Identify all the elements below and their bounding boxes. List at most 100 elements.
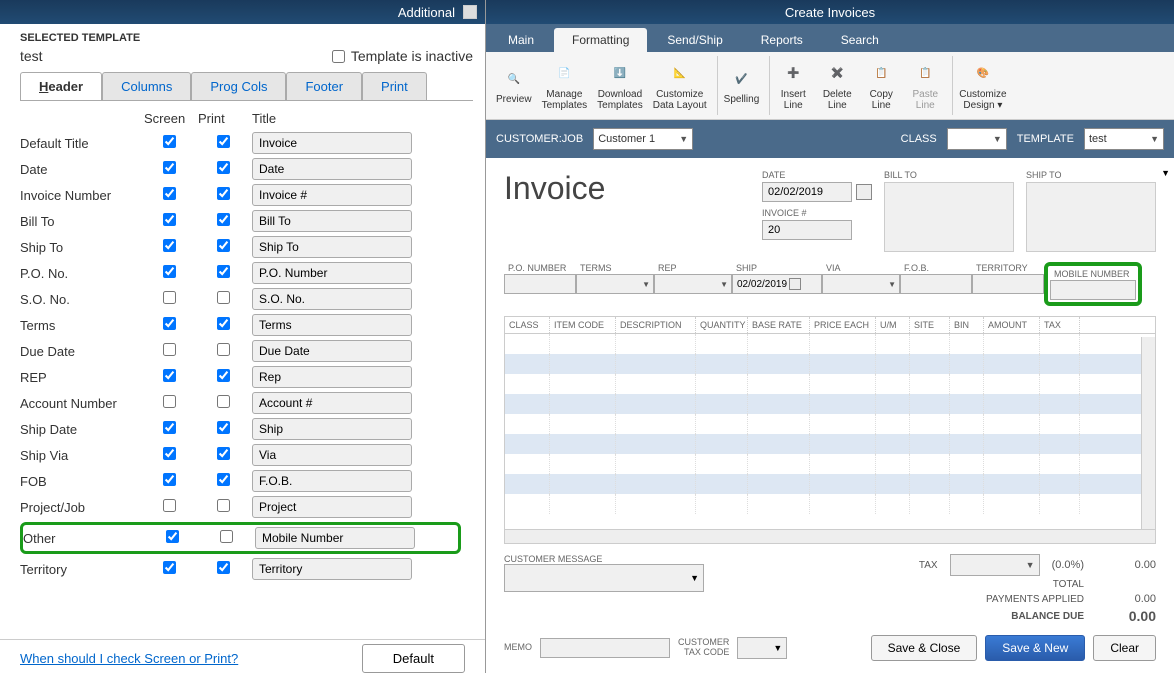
via-select[interactable]: ▼ [822,274,900,294]
customer-job-select[interactable]: Customer 1▼ [593,128,693,150]
tax-select[interactable]: ▼ [950,554,1040,576]
save-new-button[interactable]: Save & New [985,635,1085,661]
screen-checkbox[interactable] [163,561,176,574]
title-input[interactable] [252,262,412,284]
title-input[interactable] [252,158,412,180]
column-header[interactable]: AMOUNT [984,317,1040,333]
customer-message-select[interactable]: ▼ [504,564,704,592]
title-input[interactable] [252,558,412,580]
title-input[interactable] [252,444,412,466]
preview-button[interactable]: 🔍Preview [492,64,536,107]
template-select[interactable]: test▼ [1084,128,1164,150]
screen-checkbox[interactable] [163,369,176,382]
fob-input[interactable] [900,274,972,294]
memo-input[interactable] [540,638,670,658]
title-input[interactable] [255,527,415,549]
clear-button[interactable]: Clear [1093,635,1156,661]
title-input[interactable] [252,210,412,232]
column-header[interactable]: U/M [876,317,910,333]
default-button[interactable]: Default [362,644,465,673]
tab-formatting[interactable]: Formatting [554,28,647,52]
print-checkbox[interactable] [217,135,230,148]
line-item-row[interactable] [505,454,1155,474]
print-checkbox[interactable] [220,530,233,543]
column-header[interactable]: DESCRIPTION [616,317,696,333]
vertical-scrollbar[interactable] [1141,337,1155,529]
tab-prog-cols[interactable]: Prog Cols [191,72,286,100]
screen-checkbox[interactable] [163,187,176,200]
screen-checkbox[interactable] [163,135,176,148]
screen-checkbox[interactable] [163,317,176,330]
screen-checkbox[interactable] [163,161,176,174]
bill-to-box[interactable] [884,182,1014,252]
screen-checkbox[interactable] [163,473,176,486]
po-number-input[interactable] [504,274,576,294]
ship-to-box[interactable] [1026,182,1156,252]
tab-columns[interactable]: Columns [102,72,191,100]
territory-input[interactable] [972,274,1044,294]
screen-print-help-link[interactable]: When should I check Screen or Print? [20,645,238,672]
screen-checkbox[interactable] [163,343,176,356]
customize-design-button[interactable]: 🎨Customize Design ▾ [955,59,1010,113]
title-input[interactable] [252,132,412,154]
print-checkbox[interactable] [217,561,230,574]
ship-date-input[interactable]: 02/02/2019 [732,274,822,294]
line-item-row[interactable] [505,474,1155,494]
column-header[interactable]: SITE [910,317,950,333]
customer-tax-code-select[interactable]: ▼ [737,637,787,659]
delete-line-button[interactable]: ✖️Delete Line [816,59,858,113]
mobile-number-input[interactable] [1050,280,1136,300]
copy-line-button[interactable]: 📋Copy Line [860,59,902,113]
print-checkbox[interactable] [217,265,230,278]
screen-checkbox[interactable] [166,530,179,543]
print-checkbox[interactable] [217,187,230,200]
title-input[interactable] [252,340,412,362]
screen-checkbox[interactable] [163,291,176,304]
date-input[interactable] [762,182,852,202]
template-inactive-checkbox[interactable]: Template is inactive [332,48,473,64]
calendar-icon[interactable] [789,278,801,290]
print-checkbox[interactable] [217,421,230,434]
tab-footer[interactable]: Footer [286,72,362,100]
print-checkbox[interactable] [217,447,230,460]
screen-checkbox[interactable] [163,499,176,512]
chevron-down-icon[interactable]: ▼ [1161,168,1170,178]
column-header[interactable]: BIN [950,317,984,333]
line-item-row[interactable] [505,334,1155,354]
print-checkbox[interactable] [217,291,230,304]
title-input[interactable] [252,288,412,310]
column-header[interactable]: QUANTITY [696,317,748,333]
spelling-button[interactable]: ✔️Spelling [720,64,764,107]
class-select[interactable]: ▼ [947,128,1007,150]
column-header[interactable]: CLASS [505,317,550,333]
tab-header[interactable]: Header [20,72,102,100]
title-input[interactable] [252,418,412,440]
print-checkbox[interactable] [217,369,230,382]
screen-checkbox[interactable] [163,239,176,252]
tab-reports[interactable]: Reports [743,28,821,52]
print-checkbox[interactable] [217,161,230,174]
line-item-row[interactable] [505,354,1155,374]
tab-main[interactable]: Main [490,28,552,52]
title-input[interactable] [252,470,412,492]
print-checkbox[interactable] [217,239,230,252]
print-checkbox[interactable] [217,499,230,512]
screen-checkbox[interactable] [163,421,176,434]
screen-checkbox[interactable] [163,447,176,460]
column-header[interactable]: ITEM CODE [550,317,616,333]
column-header[interactable]: TAX [1040,317,1080,333]
print-checkbox[interactable] [217,317,230,330]
line-item-row[interactable] [505,394,1155,414]
print-checkbox[interactable] [217,473,230,486]
print-checkbox[interactable] [217,343,230,356]
line-item-row[interactable] [505,434,1155,454]
line-items-table[interactable]: CLASSITEM CODEDESCRIPTIONQUANTITYBASE RA… [504,316,1156,544]
tab-search[interactable]: Search [823,28,897,52]
horizontal-scrollbar[interactable] [505,529,1155,543]
insert-line-button[interactable]: ➕Insert Line [772,59,814,113]
line-item-row[interactable] [505,414,1155,434]
title-input[interactable] [252,496,412,518]
calendar-icon[interactable] [856,184,872,200]
tab-print[interactable]: Print [362,72,427,100]
print-checkbox[interactable] [217,395,230,408]
